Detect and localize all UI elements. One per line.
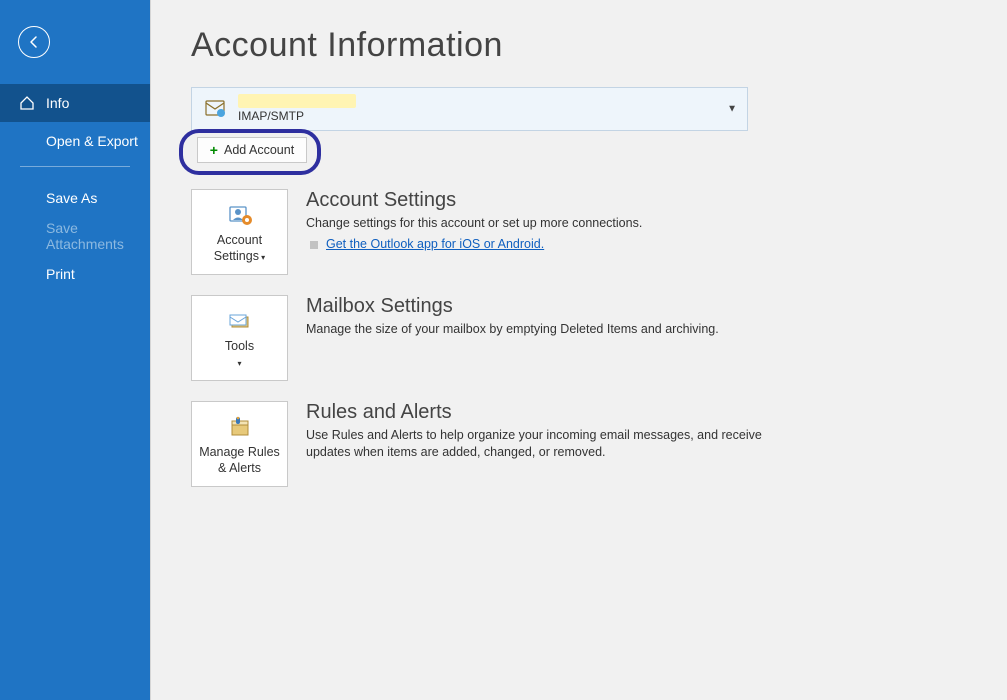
sidebar-item-info[interactable]: Info	[0, 84, 150, 122]
tools-button[interactable]: Tools ▾	[191, 295, 288, 381]
add-account-label: Add Account	[224, 143, 294, 157]
sidebar-item-save-as[interactable]: Save As	[0, 179, 150, 217]
account-icon	[192, 97, 238, 121]
sidebar-label: Open & Export	[46, 133, 138, 149]
section-title: Account Settings	[306, 189, 766, 212]
sidebar-item-print[interactable]: Print	[0, 255, 150, 293]
sidebar-item-save-attachments: Save Attachments	[0, 217, 150, 255]
sidebar-divider	[20, 166, 130, 167]
home-icon	[18, 95, 36, 111]
account-type: IMAP/SMTP	[238, 109, 356, 123]
section-desc: Change settings for this account or set …	[306, 215, 766, 232]
add-account-button[interactable]: + Add Account	[197, 137, 307, 163]
sidebar-label: Print	[46, 266, 75, 282]
app-root: Info Open & Export Save As Save Attachme…	[0, 0, 1007, 700]
chevron-down-icon: ▼	[727, 104, 737, 115]
account-text: IMAP/SMTP	[238, 94, 356, 123]
section-mailbox-settings: Tools ▾ Mailbox Settings Manage the size…	[191, 295, 967, 381]
account-dropdown[interactable]: IMAP/SMTP ▼	[191, 87, 748, 131]
section-rules-alerts: Manage Rules & Alerts Rules and Alerts U…	[191, 401, 967, 487]
sidebar-label: Info	[46, 95, 69, 111]
back-row	[0, 0, 150, 84]
section-desc: Use Rules and Alerts to help organize yo…	[306, 427, 766, 461]
back-button[interactable]	[18, 26, 50, 58]
section-account-settings: Account Settings ▾ Account Settings Chan…	[191, 189, 967, 275]
sidebar-item-open-export[interactable]: Open & Export	[0, 122, 150, 160]
section-title: Rules and Alerts	[306, 401, 766, 424]
rules-icon	[226, 412, 254, 442]
tools-icon	[226, 306, 254, 336]
back-arrow-icon	[26, 34, 42, 50]
account-settings-icon	[226, 200, 254, 230]
chevron-down-icon: ▾	[237, 359, 241, 368]
sidebar-label: Save As	[46, 190, 97, 206]
outlook-app-link[interactable]: Get the Outlook app for iOS or Android.	[326, 237, 544, 251]
chevron-down-icon: ▾	[259, 253, 265, 262]
section-desc: Manage the size of your mailbox by empty…	[306, 321, 766, 338]
backstage-sidebar: Info Open & Export Save As Save Attachme…	[0, 0, 150, 700]
section-title: Mailbox Settings	[306, 295, 766, 318]
add-account-wrap: + Add Account	[191, 135, 967, 171]
main-content: Account Information IMAP/SMTP ▼ + Add Ac…	[150, 0, 1007, 700]
account-email-redacted	[238, 94, 356, 108]
account-settings-button[interactable]: Account Settings ▾	[191, 189, 288, 275]
page-title: Account Information	[191, 26, 967, 65]
manage-rules-button[interactable]: Manage Rules & Alerts	[191, 401, 288, 487]
sidebar-label: Save Attachments	[46, 220, 138, 252]
plus-icon: +	[210, 143, 218, 157]
